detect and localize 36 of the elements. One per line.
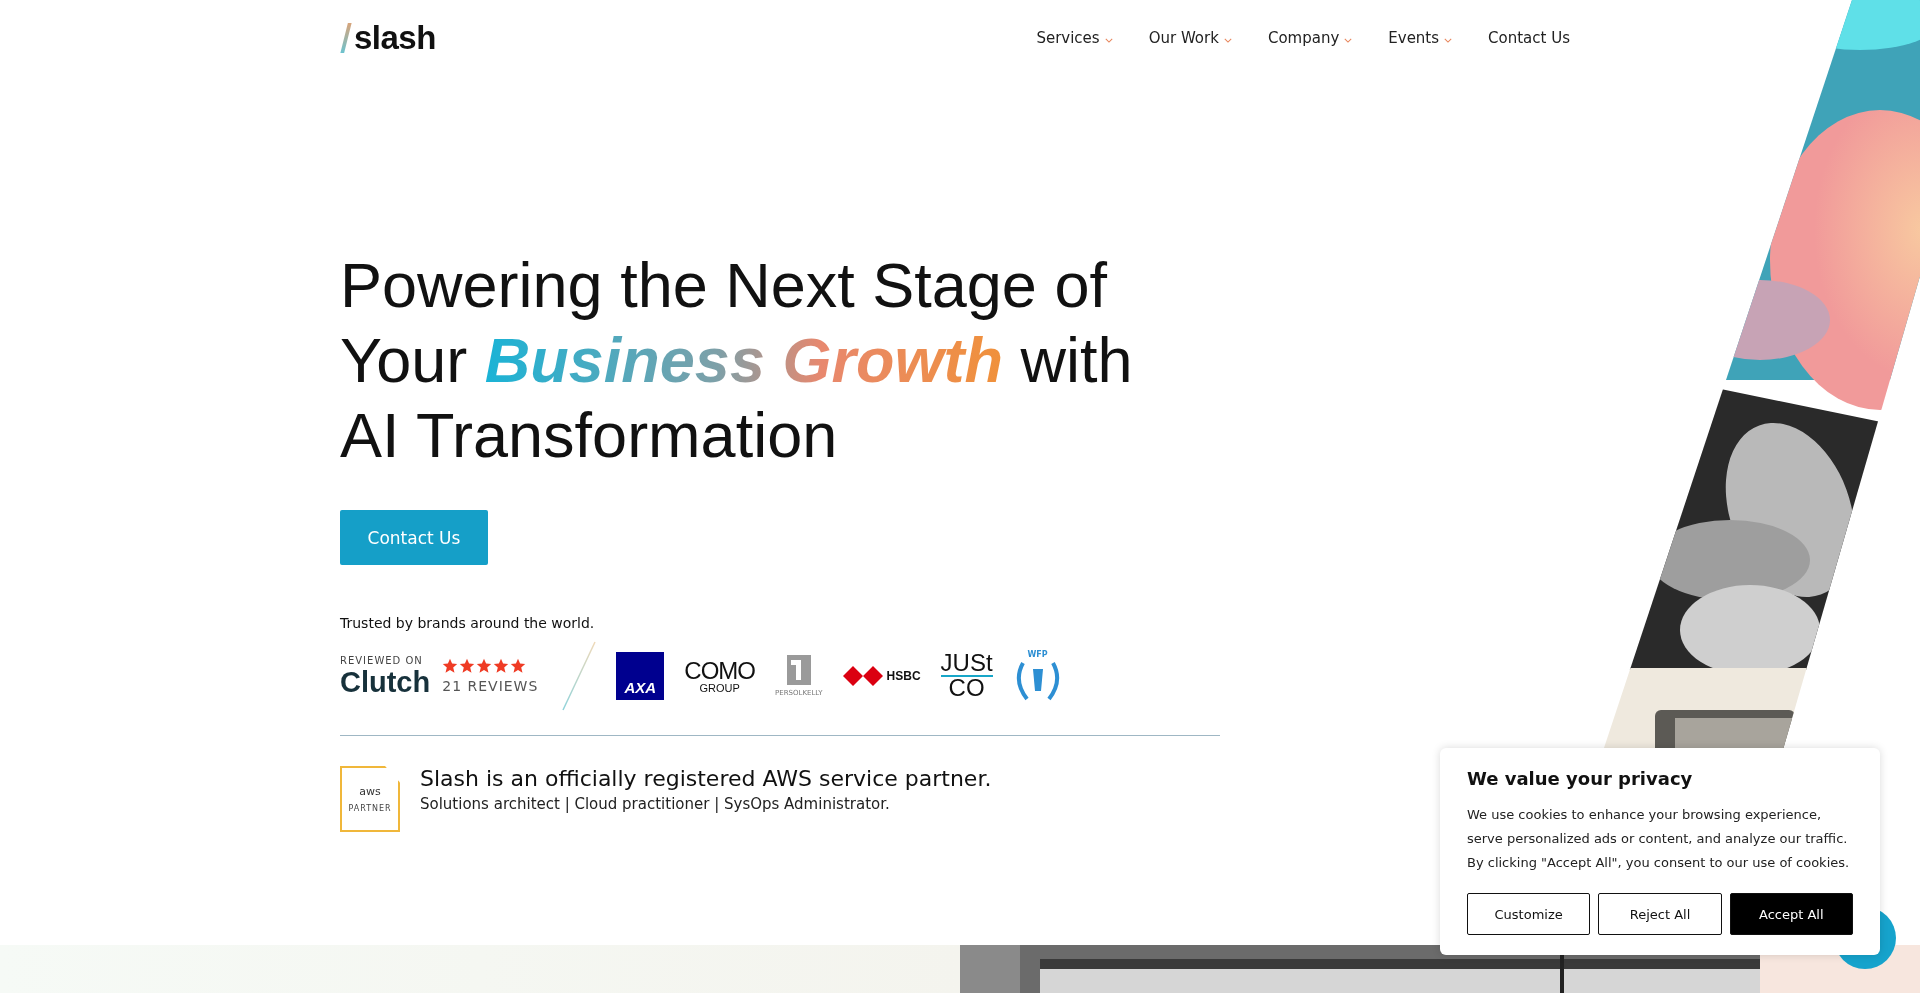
brand-logo: COMO GROUP (684, 658, 755, 694)
review-count: 21 REVIEWS (442, 678, 539, 694)
cookie-button[interactable]: Accept All (1729, 893, 1853, 935)
caret-icon (1223, 37, 1232, 43)
reviewed-on-label: REVIEWED ON (340, 654, 424, 666)
brand-logo: AXA (616, 652, 665, 700)
badge-logo-text: aws (359, 785, 381, 798)
brand-name: HSBC (886, 669, 921, 683)
star-icon (476, 658, 493, 674)
cookie-button[interactable]: Reject All (1598, 893, 1722, 935)
nav-link[interactable]: Our Work (1148, 29, 1232, 47)
caret-icon (1104, 37, 1113, 43)
cookie-text: We use cookies to enhance your browsing experience, serve personalized ads or content, and analyze our traffic. By clicking "Accept All", you consent to our use of cookies. (1467, 806, 1851, 872)
brand-mark-icon (786, 655, 811, 685)
nav-link[interactable]: Services (1036, 29, 1113, 47)
trusted-text: Trusted by brands around the world. (340, 615, 596, 631)
brand-name: WFP (1027, 649, 1048, 659)
nav-link[interactable]: Company (1267, 29, 1353, 47)
cookie-button[interactable]: Customize (1467, 893, 1591, 935)
star-icon (510, 658, 527, 674)
star-icon (442, 658, 459, 674)
star-icon (459, 658, 476, 674)
partner-subtitle: Solutions architect | Cloud practitioner | SysOps Administrator. (420, 795, 891, 813)
clutch-logo[interactable]: Clutch (340, 665, 431, 698)
nav-link[interactable]: Events (1388, 29, 1453, 47)
caret-icon (1444, 37, 1453, 43)
hero-headline: Powering the Next Stage of Your Business Growth with AI Transformation (340, 249, 1134, 472)
slash-icon (340, 23, 352, 53)
caret-icon (1344, 37, 1353, 43)
nav-link[interactable]: Contact Us (1488, 29, 1570, 47)
partner-title: Slash is an officially registered AWS service partner. (420, 766, 992, 791)
badge-label: PARTNER (348, 804, 392, 813)
cookie-title: We value your privacy (1467, 768, 1694, 789)
star-icon (493, 658, 510, 674)
divider-line (562, 641, 597, 711)
brand-logo: JUSt CO (940, 652, 993, 700)
